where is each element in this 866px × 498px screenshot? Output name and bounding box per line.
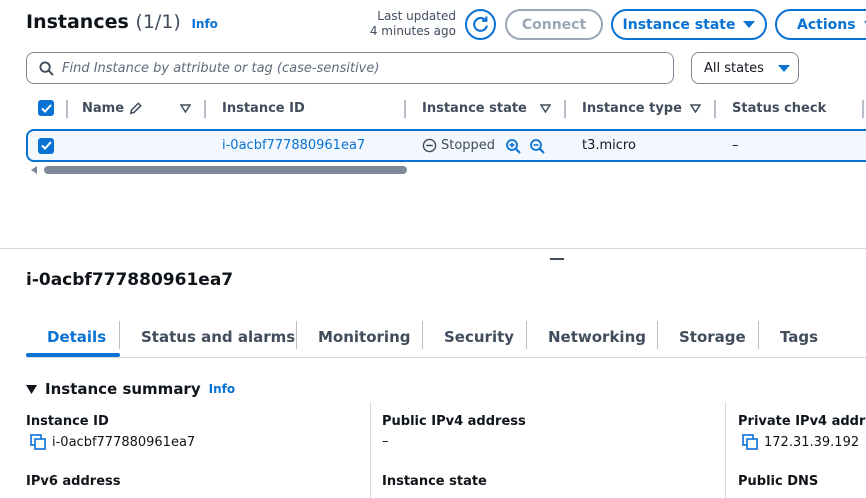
- summary-title-text: Instance summary: [45, 380, 201, 398]
- refresh-icon: [473, 16, 488, 32]
- column-header-name[interactable]: Name: [82, 92, 143, 124]
- active-tab-indicator: [26, 353, 120, 357]
- instance-summary-toggle[interactable]: Instance summary Info: [26, 380, 235, 398]
- field-value-instance-id: i-0acbf777880961ea7: [30, 434, 195, 450]
- row-checkbox[interactable]: [38, 131, 54, 160]
- instance-state-button[interactable]: Instance state: [611, 9, 767, 40]
- actions-button[interactable]: Actions: [775, 9, 866, 40]
- stopped-status-icon: [422, 138, 437, 153]
- instance-id-text: i-0acbf777880961ea7: [52, 434, 196, 450]
- tab-details[interactable]: Details: [47, 318, 106, 356]
- connect-label: Connect: [521, 16, 587, 33]
- sort-caret-icon[interactable]: [690, 92, 701, 124]
- instance-id-link[interactable]: i-0acbf777880961ea7: [222, 131, 365, 160]
- connect-button[interactable]: Connect: [505, 9, 603, 40]
- horizontal-scrollbar[interactable]: [44, 166, 407, 174]
- actions-label: Actions: [797, 16, 856, 33]
- last-updated-time: 4 minutes ago: [369, 24, 456, 38]
- split-divider: [0, 248, 866, 249]
- field-label-instance-id: Instance ID: [26, 414, 109, 429]
- state-filter-value: All states: [704, 60, 764, 76]
- zoom-out-icon[interactable]: [529, 138, 545, 154]
- edit-pencil-icon: [129, 101, 142, 114]
- info-link[interactable]: Info: [191, 17, 217, 31]
- column-label: Instance state: [422, 100, 527, 116]
- field-value-private-ipv4: 172.31.39.192: [742, 434, 859, 450]
- table-header: Name Instance ID Instance state Instance…: [26, 92, 866, 124]
- state-filter-select[interactable]: All states: [691, 52, 799, 84]
- sort-caret-icon[interactable]: [180, 92, 191, 124]
- state-text: Stopped: [441, 138, 496, 153]
- tab-storage[interactable]: Storage: [679, 318, 746, 356]
- select-all-checkbox[interactable]: [38, 92, 54, 124]
- zoom-in-icon[interactable]: [505, 138, 521, 154]
- last-updated-label: Last updated: [377, 9, 456, 23]
- instance-detail-heading: i-0acbf777880961ea7: [26, 270, 234, 290]
- instance-count: (1/1): [135, 11, 181, 33]
- column-header-instance-id[interactable]: Instance ID: [222, 92, 305, 124]
- column-header-status-check[interactable]: Status check: [732, 92, 826, 124]
- instance-state-label: Instance state: [622, 16, 736, 33]
- column-header-instance-type[interactable]: Instance type: [582, 92, 682, 124]
- caret-down-icon: [26, 384, 37, 394]
- copy-icon[interactable]: [30, 434, 46, 450]
- column-label: Instance type: [582, 100, 682, 116]
- tab-status-and-alarms[interactable]: Status and alarms: [141, 318, 295, 356]
- private-ipv4-text: 172.31.39.192: [764, 434, 860, 450]
- checkbox-checked-icon: [38, 137, 54, 154]
- caret-down-icon: [777, 64, 790, 72]
- field-label-public-dns: Public DNS: [738, 474, 819, 489]
- cell-instance-type: t3.micro: [582, 138, 636, 153]
- cell-instance-state: Stopped: [422, 131, 545, 160]
- title-text: Instances: [26, 11, 129, 33]
- tab-security[interactable]: Security: [444, 318, 514, 356]
- split-drag-handle[interactable]: [550, 258, 564, 260]
- tab-monitoring[interactable]: Monitoring: [318, 318, 410, 356]
- copy-icon[interactable]: [742, 434, 758, 450]
- column-header-instance-state[interactable]: Instance state: [422, 92, 527, 124]
- checkbox-checked-icon: [38, 100, 54, 116]
- search-input[interactable]: [62, 60, 652, 76]
- field-label-private-ipv4: Private IPv4 address: [738, 414, 866, 429]
- table-row[interactable]: i-0acbf777880961ea7 Stopped t3.micro –: [26, 129, 866, 162]
- refresh-button[interactable]: [465, 9, 496, 40]
- search-box[interactable]: [26, 52, 674, 84]
- cell-status-check: –: [732, 138, 739, 153]
- search-icon: [39, 60, 54, 76]
- tab-tags[interactable]: Tags: [780, 318, 818, 356]
- column-label: Status check: [732, 100, 827, 116]
- scroll-left-icon[interactable]: [30, 165, 38, 175]
- field-label-public-ipv4: Public IPv4 address: [382, 414, 526, 429]
- summary-info-link[interactable]: Info: [209, 382, 235, 396]
- last-updated: Last updated 4 minutes ago: [360, 9, 456, 39]
- page-title: Instances (1/1) Info: [26, 11, 218, 33]
- caret-down-icon: [743, 21, 756, 28]
- sort-caret-icon[interactable]: [540, 92, 551, 124]
- detail-tabs: Details Status and alarms Monitoring Sec…: [26, 318, 866, 358]
- field-value-public-ipv4: –: [382, 434, 389, 449]
- field-label-instance-state: Instance state: [382, 474, 487, 489]
- column-label: Instance ID: [222, 100, 305, 116]
- tab-networking[interactable]: Networking: [548, 318, 646, 356]
- column-label: Name: [82, 100, 125, 116]
- field-label-ipv6: IPv6 address: [26, 474, 121, 489]
